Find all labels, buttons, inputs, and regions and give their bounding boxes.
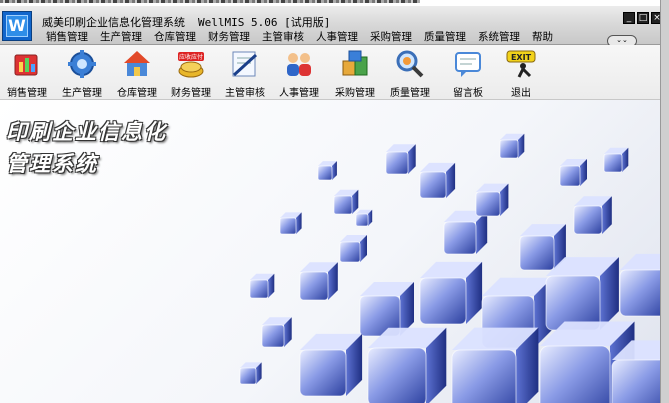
brand-slogan: 印刷企业信息化 管理系统 [6,116,167,176]
menu-item-8[interactable]: 系统管理 [472,30,526,44]
cube-20 [299,333,363,397]
cube-14 [573,196,612,235]
brand-line-2: 管理系统 [6,151,98,176]
cube-5 [355,209,373,227]
cube-3 [317,161,337,181]
main-splash: 印刷企业信息化 管理系统 [0,100,669,403]
cube-19 [545,257,619,331]
toolbar-button-8[interactable]: 留言板 [441,47,495,99]
message-board-icon [453,49,483,79]
quality-magnifier-icon [395,49,425,79]
purchase-boxes-icon [340,49,370,79]
toolbar-button-6[interactable]: 采购管理 [328,47,382,99]
menu-bar: 销售管理 生产管理 仓库管理 财务管理 主管审核 人事管理 采购管理 质量管理 系统管理 帮助 [40,30,559,44]
exit-icon: EXIT [506,49,536,79]
cube-27 [279,212,302,235]
finance-gold-icon: 应收应付 [176,49,206,79]
cube-13 [559,159,587,187]
cube-9 [443,210,488,255]
toolbar-label: 人事管理 [279,88,319,99]
app-title: 威美印刷企业信息化管理系统 [42,16,185,29]
toolbar-label: 主管审核 [225,88,265,99]
toolbar-button-5[interactable]: 人事管理 [272,47,326,99]
toolbar-label: 质量管理 [390,88,430,99]
toolbar: 销售管理 生产管理 仓库管理 应收应付 财务管理 主管审核 人事管理 采购管理 质量管理 留言板 E… [0,45,669,100]
toolbar-label: 仓库管理 [117,88,157,99]
people-group-icon [284,49,314,79]
sales-chart-icon [12,49,42,79]
approval-pen-icon [230,49,260,79]
minimize-button[interactable]: _ [623,12,635,24]
svg-text:EXIT: EXIT [511,53,532,62]
window-controls: _ □ × [623,12,663,24]
toolbar-label: 销售管理 [7,88,47,99]
cube-7 [385,144,416,175]
svg-text:应收应付: 应收应付 [179,53,203,61]
menu-item-3[interactable]: 财务管理 [202,30,256,44]
window-right-edge [660,0,669,403]
cube-17 [419,261,483,325]
menu-item-4[interactable]: 主管审核 [256,30,310,44]
menu-item-2[interactable]: 仓库管理 [148,30,202,44]
toolbar-button-4[interactable]: 主管审核 [218,47,272,99]
app-version: WellMIS 5.06 [试用版] [198,16,331,29]
toolbar-button-0[interactable]: 销售管理 [0,47,54,99]
toolbar-button-7[interactable]: 质量管理 [383,47,437,99]
toolbar-button-9[interactable]: EXIT 退出 [494,47,548,99]
brand-line-1: 印刷企业信息化 [6,119,167,144]
menu-item-9[interactable]: 帮助 [526,30,559,44]
toolbar-label: 退出 [511,88,531,99]
cube-2 [299,262,338,301]
cube-15 [603,147,629,173]
cube-0 [239,362,262,385]
toolbar-label: 生产管理 [62,88,102,99]
toolbar-button-3[interactable]: 应收应付 财务管理 [164,47,218,99]
app-logo: W [2,11,32,41]
app-window: W 威美印刷企业信息化管理系统 WellMIS 5.06 [试用版] _ □ ×… [0,6,669,403]
cube-4 [333,189,359,215]
maximize-button[interactable]: □ [637,12,649,24]
toolbar-label: 财务管理 [171,88,211,99]
menu-item-5[interactable]: 人事管理 [310,30,364,44]
warehouse-house-icon [122,49,152,79]
toolbar-button-2[interactable]: 仓库管理 [110,47,164,99]
cube-6 [339,235,367,263]
cube-8 [419,162,456,199]
cube-1 [261,317,292,348]
menu-item-1[interactable]: 生产管理 [94,30,148,44]
cube-26 [249,273,275,299]
logo-letter: W [6,15,28,37]
cube-21 [367,327,447,403]
title-bar: W 威美印刷企业信息化管理系统 WellMIS 5.06 [试用版] _ □ ×… [0,6,669,47]
cube-11 [499,133,525,159]
toolbar-button-1[interactable]: 生产管理 [55,47,109,99]
gear-production-icon [67,49,97,79]
cube-10 [475,183,509,217]
cube-22 [451,327,539,403]
menu-item-0[interactable]: 销售管理 [40,30,94,44]
menu-item-7[interactable]: 质量管理 [418,30,472,44]
menu-item-6[interactable]: 采购管理 [364,30,418,44]
toolbar-label: 采购管理 [335,88,375,99]
